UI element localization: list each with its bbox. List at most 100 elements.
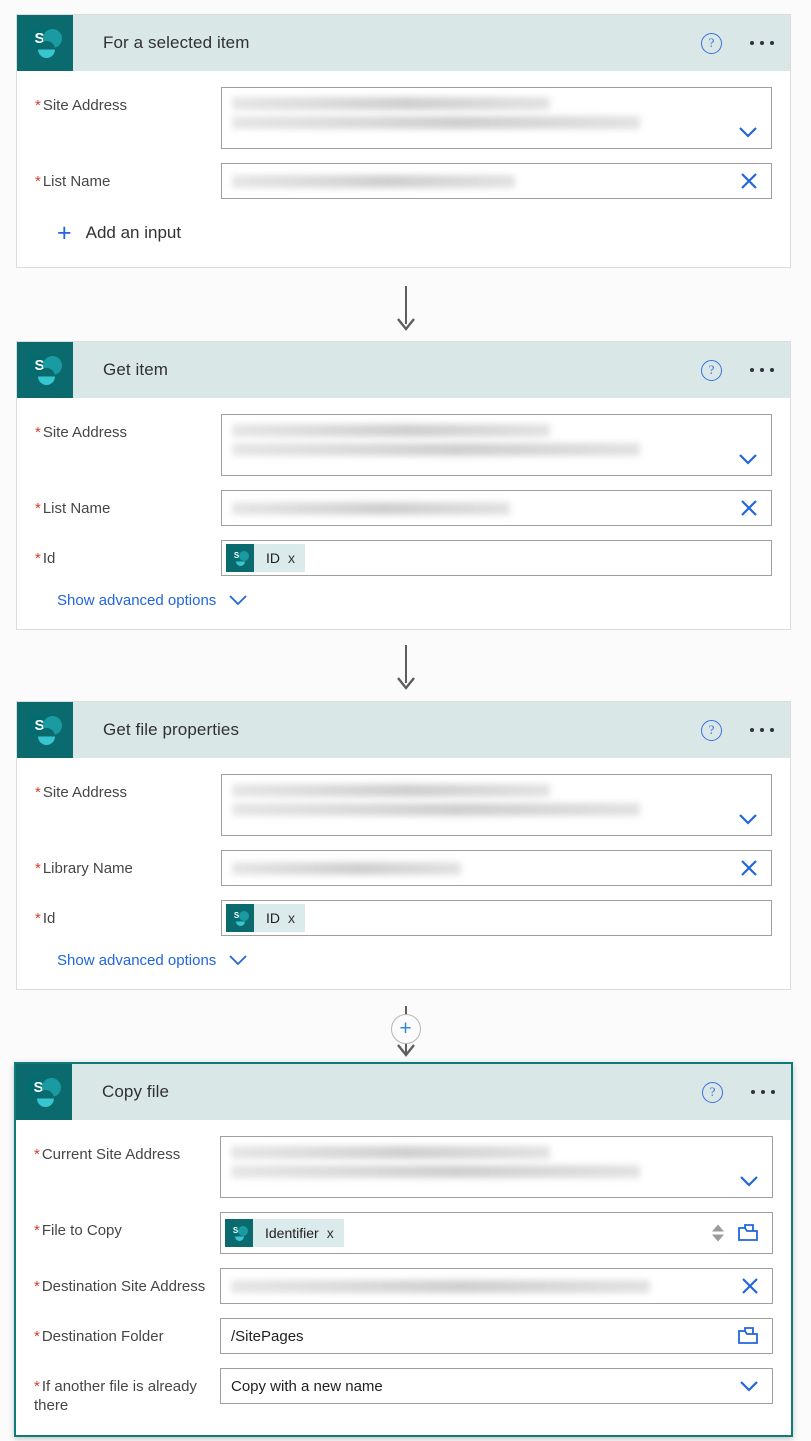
action-card-get-file-properties[interactable]: S Get file properties ? * Site Address *… bbox=[16, 701, 791, 990]
list-name-input[interactable] bbox=[221, 163, 772, 199]
token-label: Identifier bbox=[265, 1225, 319, 1241]
chevron-down-icon[interactable] bbox=[738, 1379, 760, 1393]
field-row-destination-site-address: * Destination Site Address bbox=[34, 1268, 773, 1304]
dynamic-content-token[interactable]: S ID x bbox=[226, 904, 305, 932]
connector-arrow bbox=[0, 286, 811, 336]
plus-icon: + bbox=[57, 219, 72, 247]
redacted-value bbox=[232, 116, 640, 129]
card-header-actions: ? bbox=[701, 15, 774, 71]
required-marker: * bbox=[35, 860, 41, 877]
token-remove-icon[interactable]: x bbox=[327, 1225, 344, 1241]
stepper-up-icon[interactable] bbox=[712, 1224, 724, 1232]
card-header[interactable]: S Copy file ? bbox=[16, 1064, 791, 1120]
required-marker: * bbox=[34, 1328, 40, 1345]
clear-icon[interactable] bbox=[739, 171, 759, 191]
site-address-input[interactable] bbox=[221, 87, 772, 149]
chevron-down-icon[interactable] bbox=[738, 1174, 760, 1188]
field-label: * File to Copy bbox=[34, 1222, 122, 1239]
field-label: * List Name bbox=[35, 173, 111, 190]
card-body: * Site Address * List Name bbox=[17, 71, 790, 267]
library-name-input[interactable] bbox=[221, 850, 772, 886]
token-label: ID bbox=[266, 550, 280, 566]
clear-icon[interactable] bbox=[740, 1276, 760, 1296]
id-input[interactable]: S ID x bbox=[221, 540, 772, 576]
dynamic-content-token[interactable]: S Identifier x bbox=[225, 1219, 344, 1247]
more-options-icon[interactable] bbox=[750, 41, 774, 45]
field-row-destination-folder: * Destination Folder /SitePages bbox=[34, 1318, 773, 1354]
sharepoint-token-icon: S bbox=[225, 1219, 253, 1247]
insert-step-button[interactable]: + bbox=[390, 1014, 421, 1044]
destination-folder-input[interactable]: /SitePages bbox=[220, 1318, 773, 1354]
card-header[interactable]: S Get item ? bbox=[17, 342, 790, 398]
add-an-input-button[interactable]: + Add an input bbox=[35, 213, 772, 247]
current-site-address-input[interactable] bbox=[220, 1136, 773, 1198]
card-title: Copy file bbox=[102, 1082, 170, 1101]
site-address-input[interactable] bbox=[221, 414, 772, 476]
card-body: * Site Address * List Name bbox=[17, 398, 790, 629]
folder-picker-icon[interactable] bbox=[736, 1222, 760, 1244]
folder-picker-icon[interactable] bbox=[736, 1325, 760, 1347]
field-row-if-another-file-is-already-there: * If another file is already there Copy w… bbox=[34, 1368, 773, 1415]
plus-icon: + bbox=[399, 1017, 412, 1040]
more-options-icon[interactable] bbox=[750, 368, 774, 372]
show-advanced-options-button[interactable]: Show advanced options bbox=[57, 952, 772, 969]
dynamic-content-token[interactable]: S ID x bbox=[226, 544, 305, 572]
more-options-icon[interactable] bbox=[751, 1090, 775, 1094]
field-label: * Id bbox=[35, 910, 56, 927]
help-icon[interactable]: ? bbox=[702, 1081, 723, 1103]
card-header-actions: ? bbox=[702, 1064, 775, 1120]
clear-icon[interactable] bbox=[739, 498, 759, 518]
card-body: * Site Address * Library Name * Id S ID … bbox=[17, 758, 790, 989]
stepper-down-icon[interactable] bbox=[712, 1234, 724, 1242]
card-header-actions: ? bbox=[701, 702, 774, 758]
field-label: * Site Address bbox=[35, 784, 128, 801]
help-icon[interactable]: ? bbox=[701, 32, 722, 54]
field-label: * Id bbox=[35, 550, 56, 567]
redacted-value bbox=[232, 784, 551, 797]
destination-site-address-input[interactable] bbox=[220, 1268, 773, 1304]
field-row-file-to-copy: * File to Copy S Identifier x bbox=[34, 1212, 773, 1254]
action-card-get-item[interactable]: S Get item ? * Site Address * List Name … bbox=[16, 341, 791, 630]
conflict-behavior-select[interactable]: Copy with a new name bbox=[220, 1368, 773, 1404]
chevron-down-icon[interactable] bbox=[737, 452, 759, 466]
card-header-actions: ? bbox=[701, 342, 774, 398]
show-advanced-options-label: Show advanced options bbox=[57, 592, 217, 609]
field-label: * Current Site Address bbox=[34, 1146, 181, 1163]
field-label: * List Name bbox=[35, 500, 111, 517]
redacted-value bbox=[232, 501, 511, 515]
chevron-down-icon[interactable] bbox=[737, 125, 759, 139]
redacted-value bbox=[231, 1279, 651, 1293]
list-name-input[interactable] bbox=[221, 490, 772, 526]
field-row-site-address: * Site Address bbox=[35, 774, 772, 836]
chevron-down-icon[interactable] bbox=[737, 812, 759, 826]
required-marker: * bbox=[34, 1222, 40, 1239]
show-advanced-options-button[interactable]: Show advanced options bbox=[57, 592, 772, 609]
clear-icon[interactable] bbox=[739, 858, 759, 878]
required-marker: * bbox=[35, 97, 41, 114]
action-card-copy-file[interactable]: S Copy file ? * Current Site Address * F… bbox=[14, 1062, 793, 1437]
token-remove-icon[interactable]: x bbox=[288, 550, 305, 566]
more-options-icon[interactable] bbox=[750, 728, 774, 732]
file-to-copy-input[interactable]: S Identifier x bbox=[220, 1212, 773, 1254]
required-marker: * bbox=[35, 500, 41, 517]
id-input[interactable]: S ID x bbox=[221, 900, 772, 936]
required-marker: * bbox=[35, 550, 41, 567]
card-body: *Current Site Address *File to Copy S bbox=[16, 1120, 791, 1435]
card-header[interactable]: S For a selected item ? bbox=[17, 15, 790, 71]
card-header[interactable]: S Get file properties ? bbox=[17, 702, 790, 758]
destination-folder-value: /SitePages bbox=[231, 1327, 304, 1345]
card-title: For a selected item bbox=[103, 33, 250, 52]
stepper-spinner[interactable] bbox=[712, 1224, 724, 1242]
help-icon[interactable]: ? bbox=[701, 719, 722, 741]
sharepoint-token-icon: S bbox=[226, 904, 254, 932]
redacted-value bbox=[232, 174, 516, 188]
help-icon[interactable]: ? bbox=[701, 359, 722, 381]
sharepoint-icon: S bbox=[17, 342, 73, 398]
site-address-input[interactable] bbox=[221, 774, 772, 836]
redacted-value bbox=[232, 803, 640, 816]
token-remove-icon[interactable]: x bbox=[288, 910, 305, 926]
action-card-for-a-selected-item[interactable]: S For a selected item ? * Site Address *… bbox=[16, 14, 791, 268]
card-title: Get file properties bbox=[103, 720, 240, 739]
field-label: * Destination Folder bbox=[34, 1328, 164, 1345]
token-label: ID bbox=[266, 910, 280, 926]
